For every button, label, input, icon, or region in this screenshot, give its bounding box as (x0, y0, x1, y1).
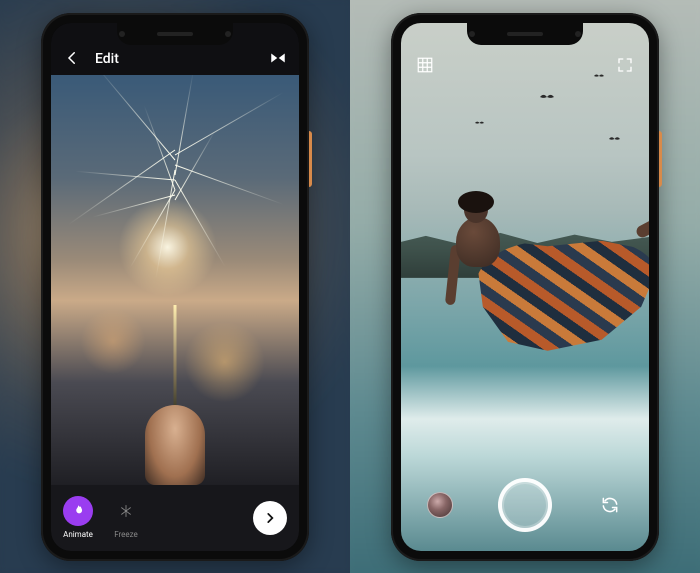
snowflake-icon (111, 496, 141, 526)
camera-bottombar (401, 473, 649, 537)
right-panel (350, 0, 700, 573)
chevron-right-icon (263, 511, 277, 525)
flip-horizontal-icon[interactable] (269, 49, 287, 67)
screen-right (401, 23, 649, 551)
shutter-button[interactable] (498, 478, 552, 532)
edit-canvas[interactable] (51, 75, 299, 485)
flame-icon (63, 496, 93, 526)
tool-label: Freeze (114, 530, 138, 539)
device-notch (467, 23, 583, 45)
edit-title: Edit (95, 51, 119, 67)
tool-animate[interactable]: Animate (63, 496, 93, 539)
gallery-thumb-button[interactable] (427, 492, 453, 518)
tool-label: Animate (63, 530, 93, 539)
edit-bottombar: Animate Freeze (51, 485, 299, 551)
camera-viewfinder[interactable] (401, 23, 649, 551)
phone-frame-left: Edit (41, 13, 309, 561)
photo-subject (446, 197, 649, 357)
phone-frame-right (391, 13, 659, 561)
grid-icon[interactable] (413, 53, 437, 77)
back-icon[interactable] (63, 49, 81, 67)
tool-freeze[interactable]: Freeze (111, 496, 141, 539)
screen-left: Edit (51, 23, 299, 551)
device-notch (117, 23, 233, 45)
next-button[interactable] (253, 501, 287, 535)
fullscreen-icon[interactable] (613, 53, 637, 77)
camera-switch-icon[interactable] (597, 492, 623, 518)
left-panel: Edit (0, 0, 350, 573)
